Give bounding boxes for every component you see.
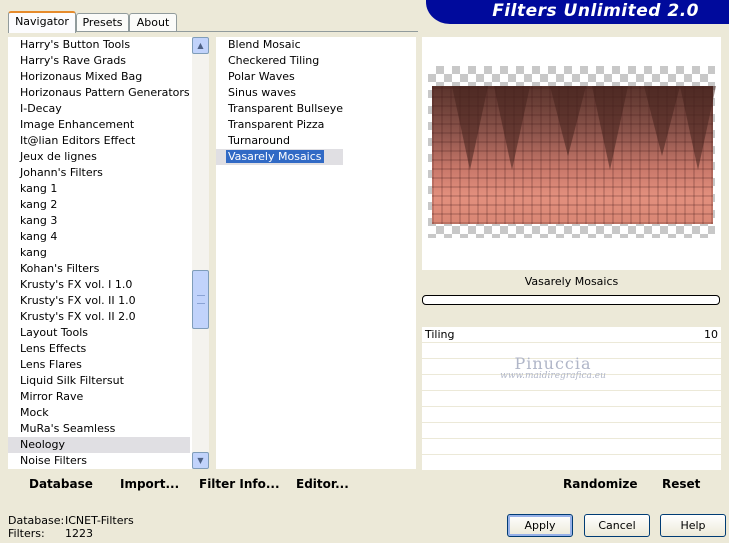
category-item[interactable]: Krusty's FX vol. II 2.0 bbox=[8, 309, 190, 325]
category-item[interactable]: Lens Flares bbox=[8, 357, 190, 373]
randomize-button[interactable]: Randomize bbox=[563, 477, 637, 491]
category-item[interactable]: Neology bbox=[8, 437, 190, 453]
import-button[interactable]: Import... bbox=[120, 477, 179, 491]
category-item[interactable]: Layout Tools bbox=[8, 325, 190, 341]
category-item[interactable]: Liquid Silk Filtersut bbox=[8, 373, 190, 389]
database-button[interactable]: Database bbox=[29, 477, 93, 491]
cancel-button[interactable]: Cancel bbox=[584, 514, 650, 537]
filter-item-label: Blend Mosaic bbox=[228, 38, 301, 51]
filter-item-label: Checkered Tiling bbox=[228, 54, 320, 67]
preview-checkerboard bbox=[428, 66, 716, 238]
filter-item-label: Turnaround bbox=[228, 134, 290, 147]
filter-item[interactable]: Polar Waves bbox=[216, 69, 343, 85]
category-item[interactable]: Noise Filters bbox=[8, 453, 190, 469]
category-item[interactable]: kang 1 bbox=[8, 181, 190, 197]
preview-shape bbox=[494, 86, 530, 170]
preview-shape bbox=[644, 86, 680, 156]
category-item[interactable]: Harry's Rave Grads bbox=[8, 53, 190, 69]
category-items: Harry's Button Tools Harry's Rave Grads Ho… bbox=[8, 37, 190, 469]
editor-button[interactable]: Editor... bbox=[296, 477, 349, 491]
param-row-empty bbox=[422, 439, 721, 455]
tab-navigator[interactable]: Navigator bbox=[8, 11, 76, 33]
scrollbar-thumb[interactable] bbox=[192, 270, 209, 329]
preview-shape bbox=[592, 86, 628, 170]
category-item[interactable]: It@lian Editors Effect bbox=[8, 133, 190, 149]
category-item[interactable]: kang bbox=[8, 245, 190, 261]
right-button-bar: Randomize Reset bbox=[422, 472, 721, 497]
category-item[interactable]: Krusty's FX vol. I 1.0 bbox=[8, 277, 190, 293]
reset-button[interactable]: Reset bbox=[662, 477, 700, 491]
category-item[interactable]: Krusty's FX vol. II 1.0 bbox=[8, 293, 190, 309]
category-item[interactable]: kang 3 bbox=[8, 213, 190, 229]
watermark: Pinuccia www.maidiregrafica.eu bbox=[478, 354, 628, 381]
param-row-empty bbox=[422, 455, 721, 470]
filters-count: 1223 bbox=[65, 527, 93, 540]
category-item[interactable]: Image Enhancement bbox=[8, 117, 190, 133]
filter-item-label: Transparent Bullseye bbox=[228, 102, 344, 115]
database-value: ICNET-Filters bbox=[65, 514, 134, 527]
arrow-down-icon[interactable]: ▼ bbox=[192, 452, 209, 469]
filter-item[interactable]: Transparent Pizza bbox=[216, 117, 343, 133]
watermark-url: www.maidiregrafica.eu bbox=[500, 371, 606, 381]
preview-panel bbox=[422, 37, 721, 270]
filter-item[interactable]: Transparent Bullseye bbox=[216, 101, 343, 117]
preview-shape bbox=[550, 86, 586, 156]
filter-item-label: Vasarely Mosaics bbox=[226, 150, 324, 163]
title-banner: Filters Unlimited 2.0 bbox=[426, 0, 729, 24]
filter-item[interactable]: Turnaround bbox=[216, 133, 343, 149]
category-scrollbar[interactable]: ▲ ▼ bbox=[192, 37, 209, 469]
filter-item[interactable]: Blend Mosaic bbox=[216, 37, 343, 53]
filter-items: Blend Mosaic Checkered Tiling Polar Waves S… bbox=[216, 37, 344, 165]
database-label: Database: bbox=[8, 514, 65, 527]
param-row-empty bbox=[422, 391, 721, 407]
filter-list[interactable]: Blend Mosaic Checkered Tiling Polar Waves S… bbox=[216, 37, 416, 469]
param-row[interactable]: Tiling 10 bbox=[422, 327, 721, 343]
category-item[interactable]: Johann's Filters bbox=[8, 165, 190, 181]
param-label: Tiling bbox=[425, 328, 455, 341]
grip-icon bbox=[197, 295, 205, 304]
filter-name-label: Vasarely Mosaics bbox=[422, 272, 721, 292]
category-item[interactable]: I-Decay bbox=[8, 101, 190, 117]
category-item[interactable]: Lens Effects bbox=[8, 341, 190, 357]
filters-label: Filters: bbox=[8, 527, 45, 540]
category-item[interactable]: Kohan's Filters bbox=[8, 261, 190, 277]
preview-image bbox=[432, 86, 716, 224]
category-item[interactable]: kang 4 bbox=[8, 229, 190, 245]
filter-info-button[interactable]: Filter Info... bbox=[199, 477, 280, 491]
filter-item[interactable]: Checkered Tiling bbox=[216, 53, 343, 69]
help-button[interactable]: Help bbox=[660, 514, 726, 537]
param-value[interactable]: 10 bbox=[704, 328, 718, 341]
filter-item-label: Polar Waves bbox=[228, 70, 295, 83]
apply-button[interactable]: Apply bbox=[507, 514, 573, 537]
param-row-empty bbox=[422, 423, 721, 439]
category-item[interactable]: kang 2 bbox=[8, 197, 190, 213]
category-item[interactable]: MuRa's Seamless bbox=[8, 421, 190, 437]
filter-item[interactable]: Sinus waves bbox=[216, 85, 343, 101]
progress-bar bbox=[422, 295, 720, 305]
preview-shape bbox=[680, 86, 716, 170]
banner-title: Filters Unlimited 2.0 bbox=[492, 1, 699, 21]
filter-item-label: Transparent Pizza bbox=[228, 118, 325, 131]
filter-item[interactable]: Vasarely Mosaics bbox=[216, 149, 344, 165]
category-list[interactable]: Harry's Button Tools Harry's Rave Grads Ho… bbox=[8, 37, 192, 469]
category-item[interactable]: Horizonaus Mixed Bag bbox=[8, 69, 190, 85]
left-button-bar: Database Import... Filter Info... Editor… bbox=[8, 472, 417, 497]
category-item[interactable]: Mirror Rave bbox=[8, 389, 190, 405]
arrow-up-icon[interactable]: ▲ bbox=[192, 37, 209, 54]
category-item[interactable]: Mock bbox=[8, 405, 190, 421]
filter-item-label: Sinus waves bbox=[228, 86, 296, 99]
category-item[interactable]: Jeux de lignes bbox=[8, 149, 190, 165]
category-item[interactable]: Horizonaus Pattern Generators bbox=[8, 85, 190, 101]
param-row-empty bbox=[422, 407, 721, 423]
tab-about[interactable]: About bbox=[129, 13, 177, 31]
preview-shape bbox=[452, 86, 488, 170]
params-panel: Tiling 10 bbox=[422, 327, 721, 470]
tab-presets[interactable]: Presets bbox=[76, 13, 129, 31]
category-item[interactable]: Harry's Button Tools bbox=[8, 37, 190, 53]
